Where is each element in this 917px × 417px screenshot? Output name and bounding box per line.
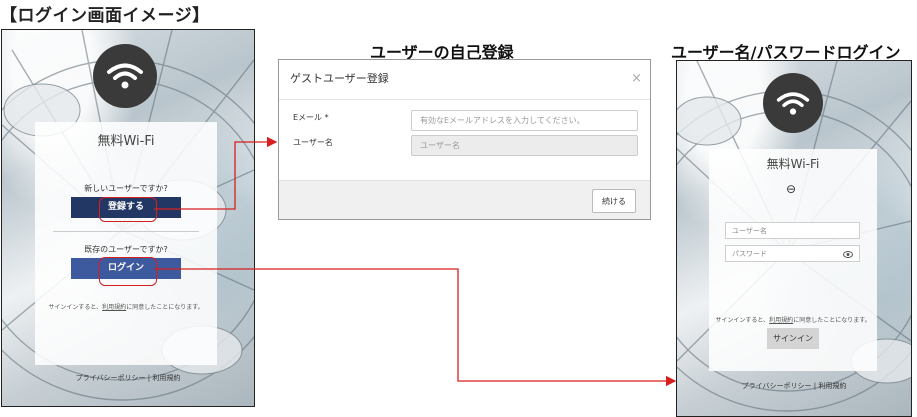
right-login-screen: 無料Wi-Fi ⊖ ユーザー名 パスワード サインインすると、利用規約に同意した… (676, 60, 912, 417)
card-title: 無料Wi-Fi (766, 157, 820, 171)
dialog-header: ゲストユーザー登録 × (279, 60, 650, 100)
username-input[interactable]: ユーザー名 (725, 222, 860, 239)
password-placeholder: パスワード (732, 249, 767, 258)
wifi-icon (776, 91, 810, 115)
username-field[interactable]: ユーザー名 (411, 135, 638, 156)
email-field[interactable]: 有効なEメールアドレスを入力してください。 (411, 110, 638, 131)
close-icon[interactable]: × (631, 71, 642, 86)
eye-icon[interactable] (843, 251, 853, 258)
right-login-card: 無料Wi-Fi ⊖ ユーザー名 パスワード サインインすると、利用規約に同意した… (709, 149, 877, 371)
footer-links[interactable]: プライバシーポリシー | 利用規約 (677, 381, 911, 391)
email-label: Eメール * (293, 113, 329, 122)
back-icon[interactable]: ⊖ (786, 182, 796, 196)
register-arrow (154, 136, 278, 210)
continue-button[interactable]: 続ける (592, 189, 636, 213)
login-arrow (154, 268, 677, 387)
dialog-title: ゲストユーザー登録 (290, 72, 389, 85)
password-input[interactable]: パスワード (725, 245, 860, 262)
wifi-badge (763, 73, 823, 133)
username-label: ユーザー名 (293, 138, 333, 147)
dialog-footer: 続ける (279, 180, 650, 219)
terms-link[interactable]: 利用規約 (769, 317, 793, 324)
terms-suffix: に同意したことになります。 (793, 317, 871, 324)
terms-prefix: サインインすると、 (715, 317, 770, 324)
terms-notice: サインインすると、利用規約に同意したことになります。 (709, 315, 877, 324)
guest-registration-dialog: ゲストユーザー登録 × Eメール * 有効なEメールアドレスを入力してください。… (278, 59, 651, 220)
signin-button[interactable]: サインイン (767, 328, 819, 349)
